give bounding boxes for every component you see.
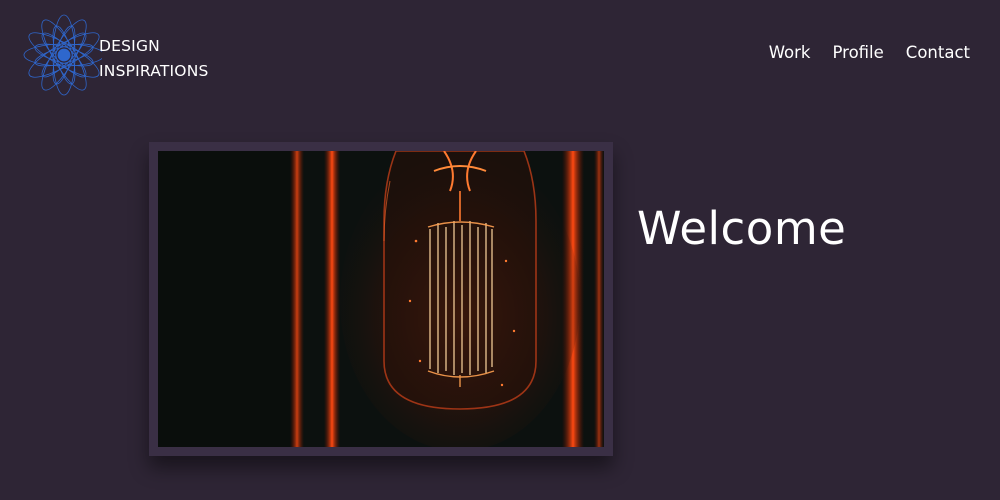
hero-image-frame [149, 142, 613, 456]
brand-line-1: DESIGN [99, 37, 160, 55]
main-nav: Work Profile Contact [769, 42, 970, 64]
brand-line-2: INSPIRATIONS [99, 62, 209, 80]
edison-bulb-photo [158, 151, 604, 447]
spiral-flower-icon [23, 14, 102, 96]
welcome-heading: Welcome [637, 202, 847, 255]
nav-link-contact[interactable]: Contact [906, 42, 970, 64]
brand-name: DESIGN INSPIRATIONS [99, 34, 209, 84]
nav-link-work[interactable]: Work [769, 42, 811, 64]
nav-link-profile[interactable]: Profile [832, 42, 883, 64]
brand-logo[interactable]: DESIGN INSPIRATIONS [14, 8, 208, 100]
page: DESIGN INSPIRATIONS Work Profile Contact [0, 0, 1000, 500]
